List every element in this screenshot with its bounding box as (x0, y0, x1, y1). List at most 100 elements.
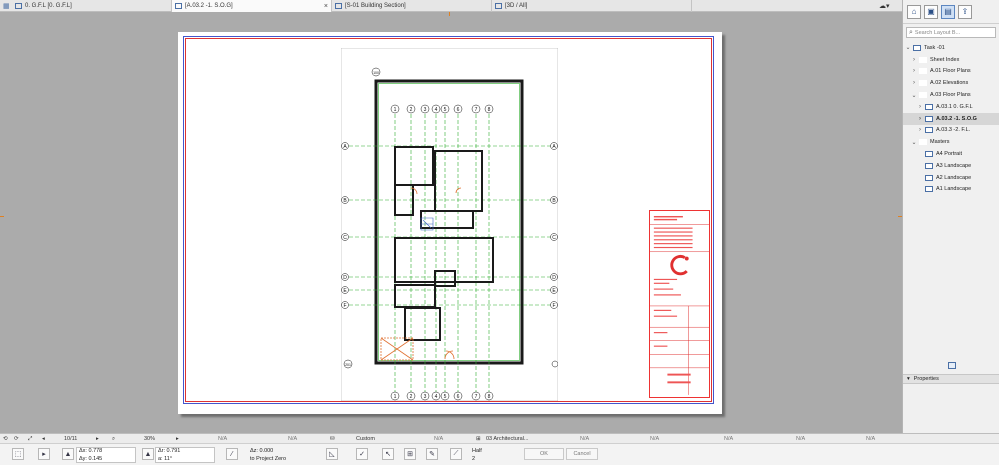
section-icon (335, 3, 342, 9)
svg-text:D: D (552, 275, 556, 281)
page-indicator[interactable]: 10/11 (64, 434, 77, 444)
layout-search[interactable]: ⌕ Search Layout B... (906, 27, 996, 38)
chevron-right-icon[interactable]: › (917, 127, 923, 133)
tree-item-a01[interactable]: › A.01 Floor Plans (903, 66, 999, 78)
polar-icon[interactable]: ▲ (142, 448, 154, 460)
delta-z: Δz: 0.000 (250, 448, 274, 454)
layout-book-button[interactable]: ▤ (941, 4, 955, 19)
snap-mode[interactable]: Half (472, 448, 482, 454)
pen-set-value[interactable]: N/A (434, 434, 443, 444)
house-icon: ⌂ (911, 7, 917, 16)
tree-item-a03[interactable]: ⌄ A.03 Floor Plans (903, 89, 999, 101)
fit-icon[interactable]: ⤢ (28, 434, 32, 444)
settings-panel-icon[interactable] (947, 361, 956, 369)
pointer-icon[interactable]: ↖ (382, 448, 394, 460)
tree-item-a4-portrait[interactable]: A4 Portrait (903, 148, 999, 160)
graphic-override-value[interactable]: N/A (866, 434, 875, 444)
tree-item-a3-landscape[interactable]: A3 Landscape (903, 160, 999, 172)
special-snap-icon[interactable]: ⟋ (450, 448, 462, 460)
chevron-right-icon[interactable]: › (917, 104, 923, 110)
svg-text:5: 5 (444, 107, 447, 113)
undo-icon[interactable]: ⟲ (3, 434, 8, 444)
next-page-icon[interactable]: ▸ (96, 434, 99, 444)
marquee-tool-icon[interactable]: ⬚ (12, 448, 24, 460)
check-icon[interactable]: ✓ (356, 448, 368, 460)
chevron-right-icon[interactable]: › (917, 116, 923, 122)
tree-label: A2 Landscape (936, 174, 972, 181)
dimension-value[interactable]: N/A (580, 434, 589, 444)
chevron-down-icon[interactable]: ⌄ (905, 44, 911, 51)
svg-text:6: 6 (457, 394, 460, 400)
slash-icon[interactable]: ⁄ (226, 448, 238, 460)
interior-walls (394, 146, 494, 341)
coordinate-icon[interactable]: ▲ (62, 448, 74, 460)
tab-building-section[interactable]: [S-01 Building Section] (332, 0, 492, 12)
tab-switcher[interactable]: ▦ (0, 0, 12, 12)
chevron-right-icon[interactable]: › (911, 57, 917, 63)
svg-text:F: F (552, 303, 555, 309)
redo-icon[interactable]: ⟳ (14, 434, 19, 444)
search-icon: ⌕ (909, 28, 913, 36)
tree-label: A.03.3 -2. F.L. (936, 127, 971, 134)
floor-plan-drawing[interactable]: 1 2 3 4 5 6 7 8 100 1 2 3 4 5 6 7 8 201 (341, 48, 558, 401)
navigator-toolbar: ⌂ ▣ ▤ ⇪ (903, 0, 999, 24)
partial-value[interactable]: N/A (796, 434, 805, 444)
tree-label: A3 Landscape (936, 162, 972, 169)
publisher-button[interactable]: ⇪ (958, 4, 972, 19)
rotation-value[interactable]: N/A (218, 434, 227, 444)
title-block[interactable] (649, 210, 710, 398)
chevron-down-icon[interactable]: ▾ (907, 376, 910, 382)
tree-item-sheet-index[interactable]: › Sheet Index (903, 54, 999, 66)
layer-combo-icon[interactable]: ⛁ (330, 434, 335, 444)
scale-value[interactable]: N/A (288, 434, 297, 444)
svg-text:1: 1 (394, 394, 397, 400)
chevron-down-icon[interactable]: ⌄ (911, 139, 917, 146)
svg-text:5: 5 (444, 394, 447, 400)
tab-gfl[interactable]: 0. G.F.L [0. G.F.L] (12, 0, 172, 12)
layout-sheet[interactable]: 1 2 3 4 5 6 7 8 100 1 2 3 4 5 6 7 8 201 (178, 32, 722, 414)
tab-3d[interactable]: [3D / All] (492, 0, 692, 12)
model-view-combo[interactable]: 03 Architectural... (486, 434, 529, 444)
tab-menu[interactable]: ☁▾ (876, 0, 900, 12)
tree-label: A1 Landscape (936, 186, 972, 193)
guide-icon[interactable]: ⊞ (404, 448, 416, 460)
svg-text:C: C (343, 235, 347, 241)
tree-item-a1-landscape[interactable]: A1 Landscape (903, 184, 999, 196)
svg-text:C: C (552, 235, 556, 241)
grid-bubbles-side: A A B B C C D D E E F F (341, 142, 558, 309)
layer-combo[interactable]: Custom (356, 434, 375, 444)
tree-item-a2-landscape[interactable]: A2 Landscape (903, 172, 999, 184)
zoom-dropdown-icon[interactable]: ▸ (176, 434, 179, 444)
layout-canvas[interactable]: 1 2 3 4 5 6 7 8 100 1 2 3 4 5 6 7 8 201 (0, 12, 902, 433)
properties-header[interactable]: ▾ Properties (903, 374, 999, 384)
tree-item-a02[interactable]: › A.02 Elevations (903, 77, 999, 89)
tree-item-a033[interactable]: › A.03.3 -2. F.L. (903, 125, 999, 137)
outer-wall (374, 79, 524, 365)
magic-wand-icon[interactable]: ✎ (426, 448, 438, 460)
tree-item-a031[interactable]: › A.03.1 0. G.F.L (903, 101, 999, 113)
tree-item-masters[interactable]: ⌄ Masters (903, 136, 999, 148)
view-map-button[interactable]: ▣ (924, 4, 938, 19)
zoom-icon[interactable]: ⌕ (112, 434, 115, 444)
ok-button[interactable]: OK (524, 448, 564, 460)
close-icon[interactable]: × (324, 3, 328, 10)
grid-bubbles-bottom: 1 2 3 4 5 6 7 8 201 (343, 359, 558, 401)
chevron-right-icon[interactable]: › (911, 80, 917, 86)
tree-label: Sheet Index (930, 56, 960, 63)
tree-item-a032[interactable]: › A.03.2 -1. S.O.G (903, 112, 999, 125)
cancel-button[interactable]: Cancel (566, 448, 598, 460)
master-icon (925, 151, 933, 158)
structure-value[interactable]: N/A (724, 434, 733, 444)
geometry-method-icon[interactable]: ▸ (38, 448, 50, 460)
renovation-icon[interactable]: ⊞ (476, 434, 481, 444)
prev-page-icon[interactable]: ◂ (42, 434, 45, 444)
renovation-value[interactable]: N/A (650, 434, 659, 444)
tab-sog[interactable]: [A.03.2 -1. S.O.G] × (172, 0, 332, 12)
tree-item-task[interactable]: ⌄ Task -01 (903, 42, 999, 54)
chevron-down-icon[interactable]: ⌄ (911, 92, 917, 99)
snap-icon[interactable]: ◺ (326, 448, 338, 460)
master-icon (925, 162, 933, 169)
zoom-level[interactable]: 30% (144, 434, 155, 444)
chevron-right-icon[interactable]: › (911, 68, 917, 74)
project-map-button[interactable]: ⌂ (907, 4, 921, 19)
